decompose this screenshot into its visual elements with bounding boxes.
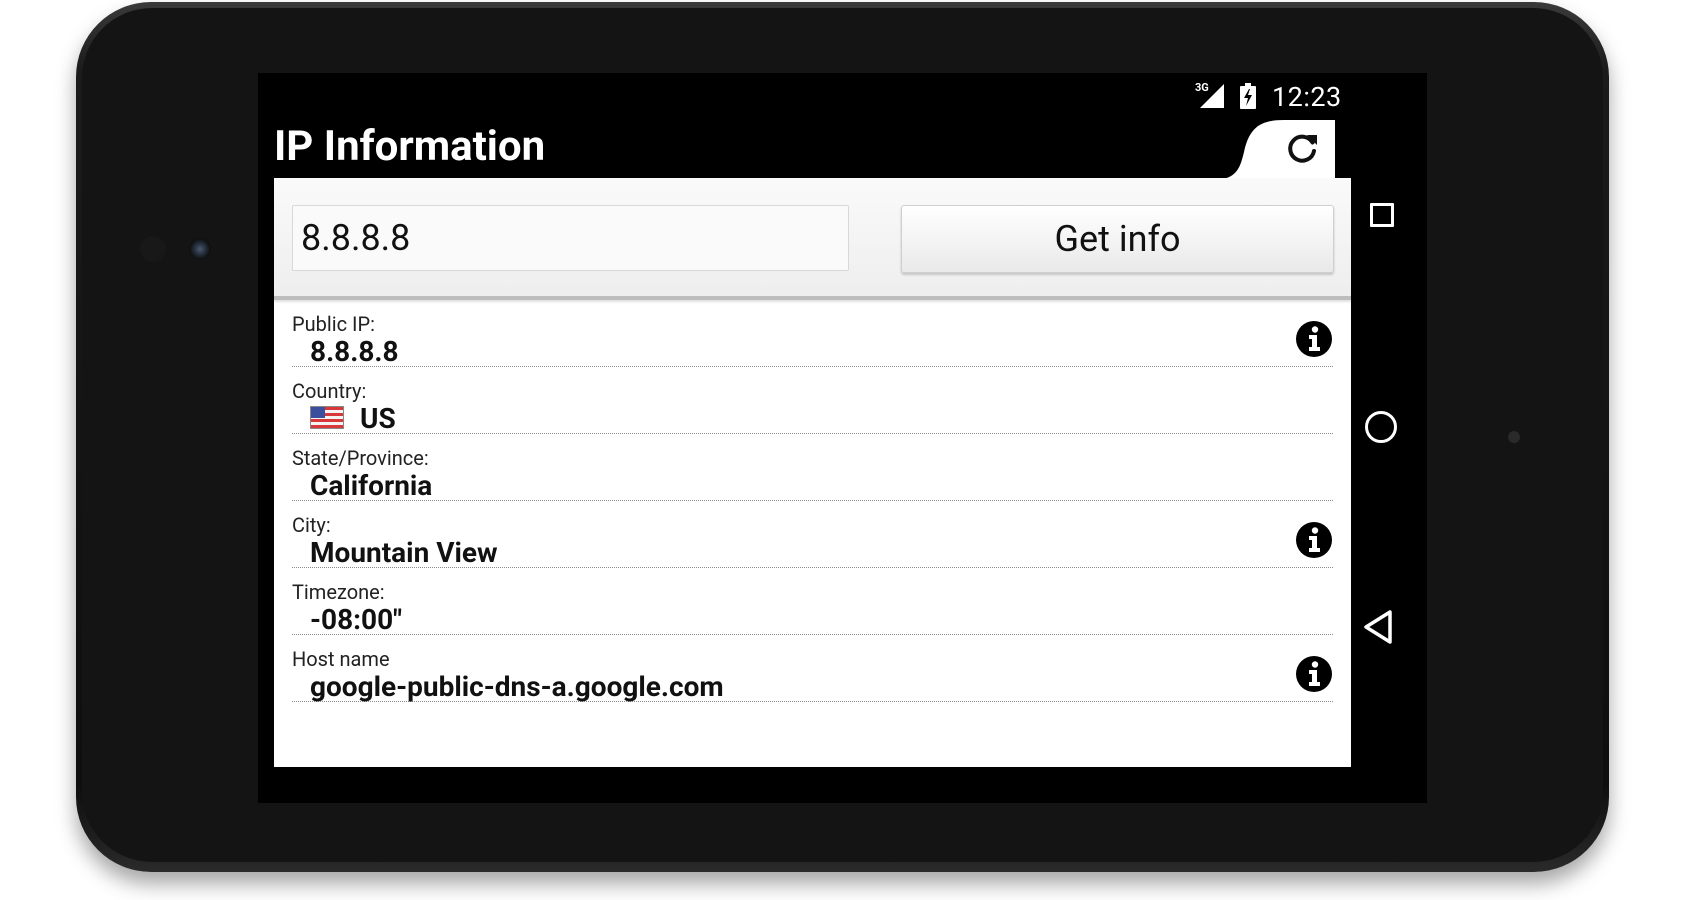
state-label: State/Province: bbox=[292, 446, 429, 470]
device-screen: 3G 12:23 IP Information Get info Public … bbox=[258, 73, 1427, 803]
us-flag-icon bbox=[310, 406, 344, 429]
refresh-icon[interactable] bbox=[1285, 131, 1321, 167]
state-value: California bbox=[310, 469, 433, 502]
results-list: Public IP: 8.8.8.8 Country: US State/Pro… bbox=[292, 302, 1333, 704]
info-icon[interactable] bbox=[1295, 320, 1333, 358]
info-icon[interactable] bbox=[1295, 655, 1333, 693]
timezone-value: -08:00" bbox=[310, 603, 403, 636]
hostname-value: google-public-dns-a.google.com bbox=[310, 670, 724, 703]
front-camera bbox=[189, 238, 211, 260]
public-ip-value: 8.8.8.8 bbox=[310, 335, 399, 368]
battery-charging-icon bbox=[1240, 83, 1256, 109]
proximity-sensor bbox=[1508, 431, 1520, 443]
result-row-city: City: Mountain View bbox=[292, 503, 1333, 569]
result-row-hostname: Host name google-public-dns-a.google.com bbox=[292, 637, 1333, 703]
get-info-button[interactable]: Get info bbox=[901, 205, 1334, 273]
public-ip-label: Public IP: bbox=[292, 312, 375, 336]
home-icon[interactable] bbox=[1365, 411, 1397, 443]
result-row-timezone: Timezone: -08:00" bbox=[292, 570, 1333, 636]
timezone-label: Timezone: bbox=[292, 580, 385, 604]
recent-apps-icon[interactable] bbox=[1370, 203, 1394, 227]
status-bar: 3G 12:23 bbox=[258, 73, 1350, 120]
country-label: Country: bbox=[292, 379, 367, 403]
country-value: US bbox=[360, 402, 396, 435]
info-icon[interactable] bbox=[1295, 521, 1333, 559]
search-bar: Get info bbox=[274, 178, 1351, 300]
result-row-country: Country: US bbox=[292, 369, 1333, 435]
back-icon[interactable] bbox=[1363, 609, 1393, 645]
content-panel: Get info Public IP: 8.8.8.8 Country: US … bbox=[274, 178, 1351, 767]
result-row-public-ip: Public IP: 8.8.8.8 bbox=[292, 302, 1333, 368]
app-title: IP Information bbox=[274, 122, 546, 171]
city-value: Mountain View bbox=[310, 536, 498, 569]
light-sensor bbox=[140, 236, 166, 262]
status-clock: 12:23 bbox=[1272, 81, 1342, 113]
city-label: City: bbox=[292, 513, 331, 537]
signal-icon bbox=[1200, 84, 1224, 108]
hostname-label: Host name bbox=[292, 647, 390, 671]
ip-address-input[interactable] bbox=[292, 205, 849, 271]
result-row-state: State/Province: California bbox=[292, 436, 1333, 502]
